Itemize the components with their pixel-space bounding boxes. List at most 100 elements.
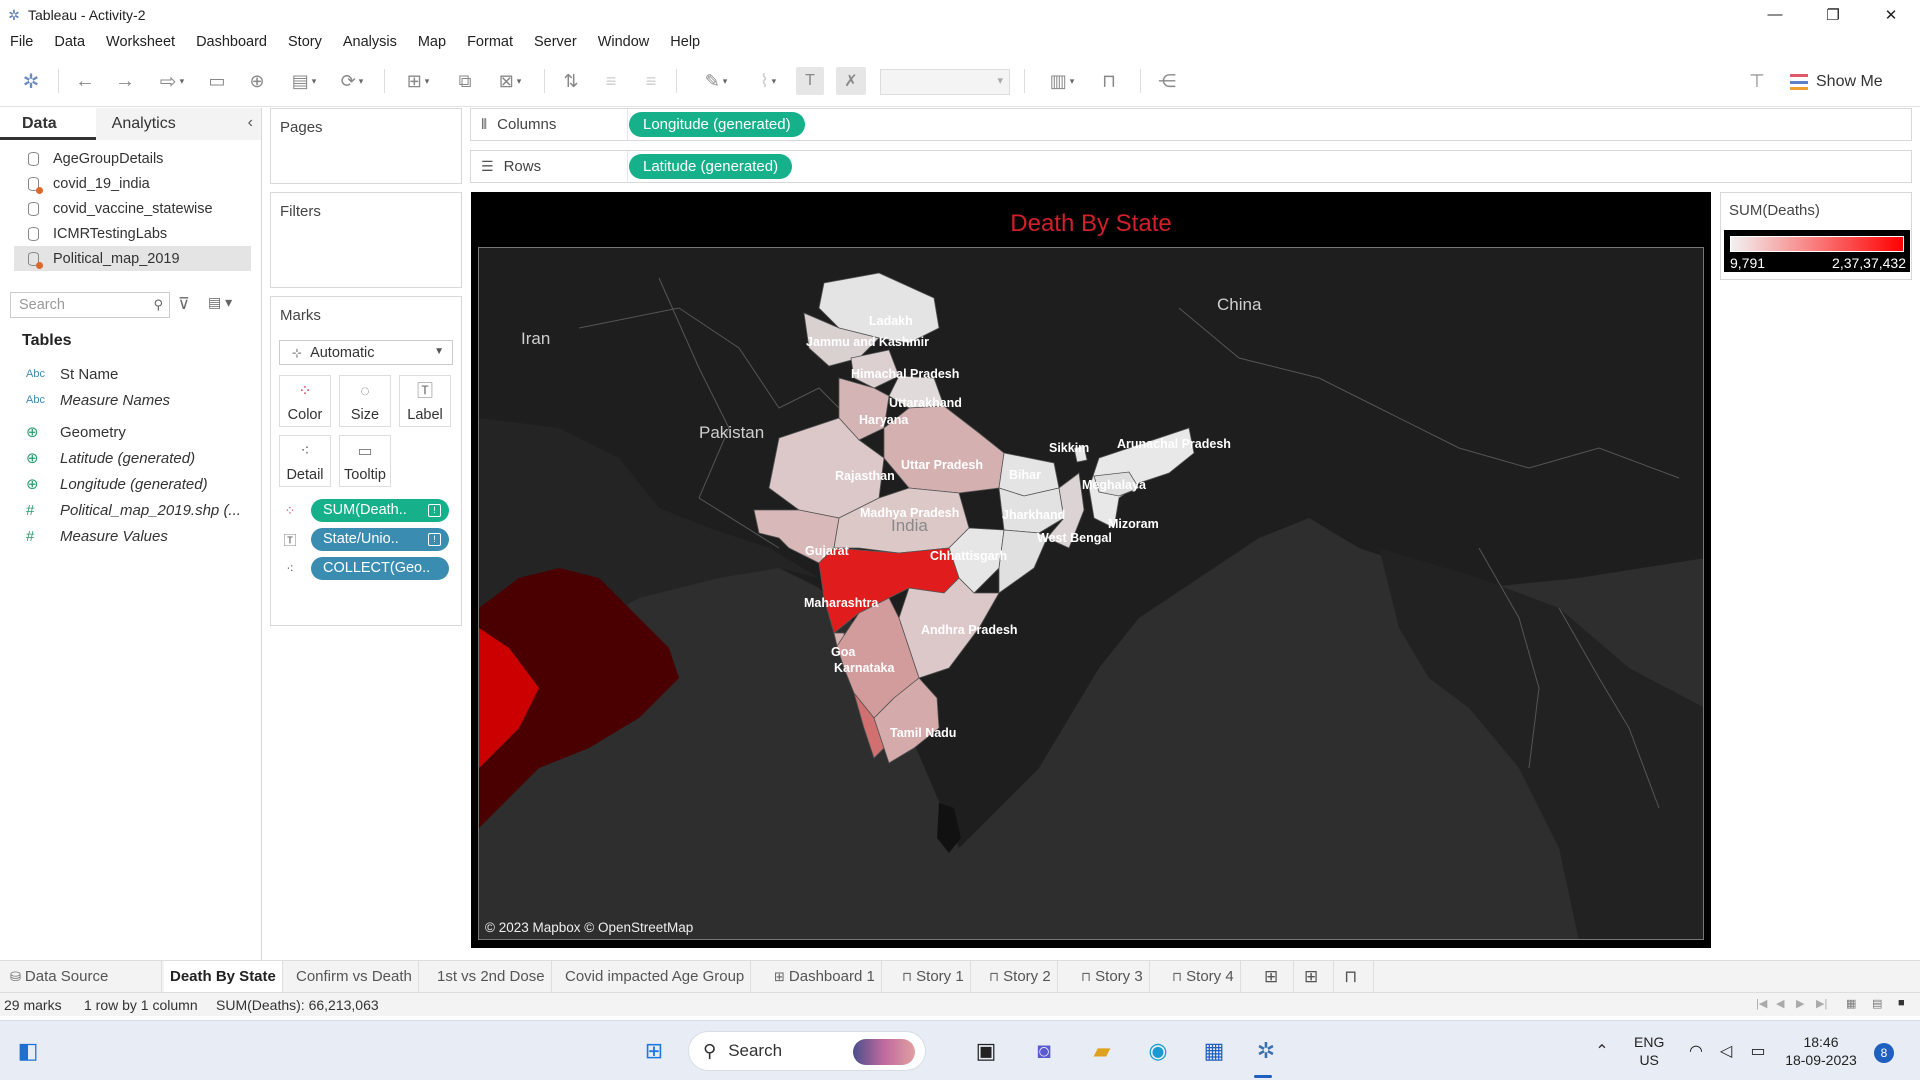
paint-roller-icon[interactable]: ⊤ bbox=[1742, 67, 1772, 95]
new-story-icon[interactable]: ⊓ bbox=[1338, 961, 1374, 993]
menu-server[interactable]: Server bbox=[534, 34, 577, 50]
detail-pill-geometry[interactable]: COLLECT(Geo.. bbox=[311, 557, 449, 580]
language-indicator[interactable]: ENG US bbox=[1634, 1033, 1664, 1069]
menu-analysis[interactable]: Analysis bbox=[343, 34, 397, 50]
new-dashboard-icon[interactable]: ⊞ bbox=[1298, 961, 1334, 993]
undo-icon[interactable]: ← bbox=[72, 67, 98, 95]
minimize-button[interactable]: — bbox=[1746, 0, 1804, 29]
datasource-item[interactable]: covid_vaccine_statewise bbox=[0, 196, 261, 221]
field-item[interactable]: ⊕ Latitude (generated) bbox=[0, 445, 262, 471]
tab-1st-vs-2nd-dose[interactable]: 1st vs 2nd Dose bbox=[431, 961, 552, 993]
highlight-icon[interactable]: ✎ ▾ bbox=[696, 67, 736, 95]
sort-descending-icon[interactable]: ≡ bbox=[638, 67, 664, 95]
field-item[interactable]: ⊕ Geometry bbox=[0, 419, 262, 445]
collapse-pane-icon[interactable]: ‹ bbox=[248, 114, 253, 132]
tab-data[interactable]: Data bbox=[0, 108, 96, 140]
view-options-icon[interactable]: ▤ ▾ bbox=[208, 294, 232, 311]
close-button[interactable]: ✕ bbox=[1862, 0, 1920, 29]
menu-map[interactable]: Map bbox=[418, 34, 446, 50]
menu-worksheet[interactable]: Worksheet bbox=[106, 34, 175, 50]
next-sheet-icon[interactable]: ▶ bbox=[1796, 997, 1804, 1010]
color-legend[interactable]: SUM(Deaths) 9,791 2,37,37,432 bbox=[1720, 192, 1912, 280]
task-switcher-icon[interactable]: ▣ bbox=[970, 1035, 1002, 1067]
fit-dropdown[interactable] bbox=[880, 69, 1010, 95]
tab-story-2[interactable]: ⊓ Story 2 bbox=[983, 961, 1058, 993]
taskbar-search[interactable]: ⚲ Search bbox=[688, 1031, 926, 1071]
tab-story-4[interactable]: ⊓ Story 4 bbox=[1166, 961, 1241, 993]
tab-data-source[interactable]: ⛁ Data Source bbox=[4, 961, 162, 993]
windows-start-icon[interactable]: ⊞ bbox=[638, 1035, 670, 1067]
size-button[interactable]: ◌ Size bbox=[339, 375, 391, 427]
chevron-up-icon[interactable]: ⌃ bbox=[1586, 1035, 1618, 1067]
menu-file[interactable]: File bbox=[10, 34, 33, 50]
detail-button[interactable]: ⁖ Detail bbox=[279, 435, 331, 487]
mark-type-dropdown[interactable]: ⊹ Automatic ▼ bbox=[279, 340, 453, 365]
filters-card[interactable]: Filters bbox=[270, 192, 462, 288]
pause-updates-icon[interactable]: ▤ ▾ bbox=[284, 67, 324, 95]
volume-icon[interactable]: ◁ bbox=[1710, 1035, 1742, 1067]
field-item[interactable]: # Measure Values bbox=[0, 523, 262, 549]
clear-sheet-icon[interactable]: ⊠ ▾ bbox=[490, 67, 530, 95]
sort-ascending-icon[interactable]: ≡ bbox=[598, 67, 624, 95]
tab-death-by-state[interactable]: Death By State bbox=[164, 961, 283, 993]
restore-button[interactable]: ❐ bbox=[1804, 0, 1862, 29]
show-me-button[interactable]: Show Me bbox=[1790, 69, 1883, 95]
new-worksheet-icon[interactable]: ⊞ bbox=[1258, 961, 1294, 993]
file-explorer-icon[interactable]: ▰ bbox=[1086, 1035, 1118, 1067]
rows-shelf[interactable]: ☰ Rows Latitude (generated) bbox=[470, 150, 1912, 183]
fix-axes-icon[interactable]: ✗ bbox=[836, 67, 866, 95]
tab-story-1[interactable]: ⊓ Story 1 bbox=[896, 961, 971, 993]
pages-card[interactable]: Pages bbox=[270, 108, 462, 184]
presentation-mode-icon[interactable]: ⊓ bbox=[1094, 67, 1124, 95]
show-cards-icon[interactable]: ▥ ▾ bbox=[1040, 67, 1084, 95]
show-mark-labels-icon[interactable]: T bbox=[796, 67, 824, 95]
tab-analytics[interactable]: Analytics bbox=[95, 108, 261, 140]
wifi-icon[interactable]: ◠ bbox=[1680, 1035, 1712, 1067]
new-worksheet-icon[interactable]: ⊞ ▾ bbox=[398, 67, 438, 95]
columns-pill[interactable]: Longitude (generated) bbox=[629, 112, 805, 137]
tab-story-3[interactable]: ⊓ Story 3 bbox=[1075, 961, 1150, 993]
tab-covid-impacted-age-group[interactable]: Covid impacted Age Group bbox=[559, 961, 752, 993]
rows-pill[interactable]: Latitude (generated) bbox=[629, 154, 793, 179]
color-pill-deaths[interactable]: SUM(Death..! bbox=[311, 499, 449, 522]
tableau-taskbar-icon[interactable]: ✲ bbox=[1250, 1035, 1282, 1067]
field-item[interactable]: Abc Measure Names bbox=[0, 387, 262, 413]
tab-view-icon[interactable]: ■ bbox=[1898, 997, 1905, 1009]
first-sheet-icon[interactable]: |◀ bbox=[1756, 997, 1767, 1010]
teams-icon[interactable]: ◙ bbox=[1028, 1035, 1060, 1067]
label-pill-state[interactable]: State/Unio..! bbox=[311, 528, 449, 551]
task-view-icon[interactable]: ◧ bbox=[12, 1035, 44, 1067]
field-item[interactable]: Abc St Name bbox=[0, 361, 262, 387]
label-button[interactable]: 🅃 Label bbox=[399, 375, 451, 427]
edge-icon[interactable]: ◉ bbox=[1142, 1035, 1174, 1067]
filter-icon[interactable]: ⊽ bbox=[178, 294, 190, 314]
swap-rows-columns-icon[interactable]: ⇅ bbox=[558, 67, 584, 95]
map-attribution[interactable]: © 2023 Mapbox © OpenStreetMap bbox=[485, 920, 693, 935]
tab-dashboard-1[interactable]: ⊞ Dashboard 1 bbox=[768, 961, 882, 993]
menu-dashboard[interactable]: Dashboard bbox=[196, 34, 267, 50]
group-members-icon[interactable]: ⌇ ▾ bbox=[748, 67, 788, 95]
tooltip-button[interactable]: ▭ Tooltip bbox=[339, 435, 391, 487]
datasource-item[interactable]: covid_19_india bbox=[0, 171, 261, 196]
replay-icon[interactable]: ⇨ ▾ bbox=[150, 67, 194, 95]
notification-badge[interactable]: 8 bbox=[1874, 1043, 1894, 1063]
columns-shelf[interactable]: ⦀ Columns Longitude (generated) bbox=[470, 108, 1912, 141]
filmstrip-view-icon[interactable]: ▦ bbox=[1846, 997, 1856, 1010]
battery-icon[interactable]: ▭ bbox=[1742, 1035, 1774, 1067]
datasource-item[interactable]: ICMRTestingLabs bbox=[0, 221, 261, 246]
menu-help[interactable]: Help bbox=[670, 34, 700, 50]
tab-confirm-vs-death[interactable]: Confirm vs Death bbox=[290, 961, 419, 993]
menu-window[interactable]: Window bbox=[598, 34, 650, 50]
redo-icon[interactable]: → bbox=[112, 67, 138, 95]
new-datasource-icon[interactable]: ⊕ bbox=[244, 67, 270, 95]
color-button[interactable]: ⁘ Color bbox=[279, 375, 331, 427]
datasource-item-selected[interactable]: Political_map_2019 bbox=[14, 246, 251, 271]
menu-format[interactable]: Format bbox=[467, 34, 513, 50]
menu-data[interactable]: Data bbox=[54, 34, 85, 50]
save-icon[interactable]: ▭ bbox=[204, 67, 230, 95]
field-item[interactable]: # Political_map_2019.shp (... bbox=[0, 497, 262, 523]
share-icon[interactable]: ⋲ bbox=[1152, 67, 1182, 95]
field-item[interactable]: ⊕ Longitude (generated) bbox=[0, 471, 262, 497]
prev-sheet-icon[interactable]: ◀ bbox=[1776, 997, 1784, 1010]
grid-view-icon[interactable]: ▤ bbox=[1872, 997, 1882, 1010]
